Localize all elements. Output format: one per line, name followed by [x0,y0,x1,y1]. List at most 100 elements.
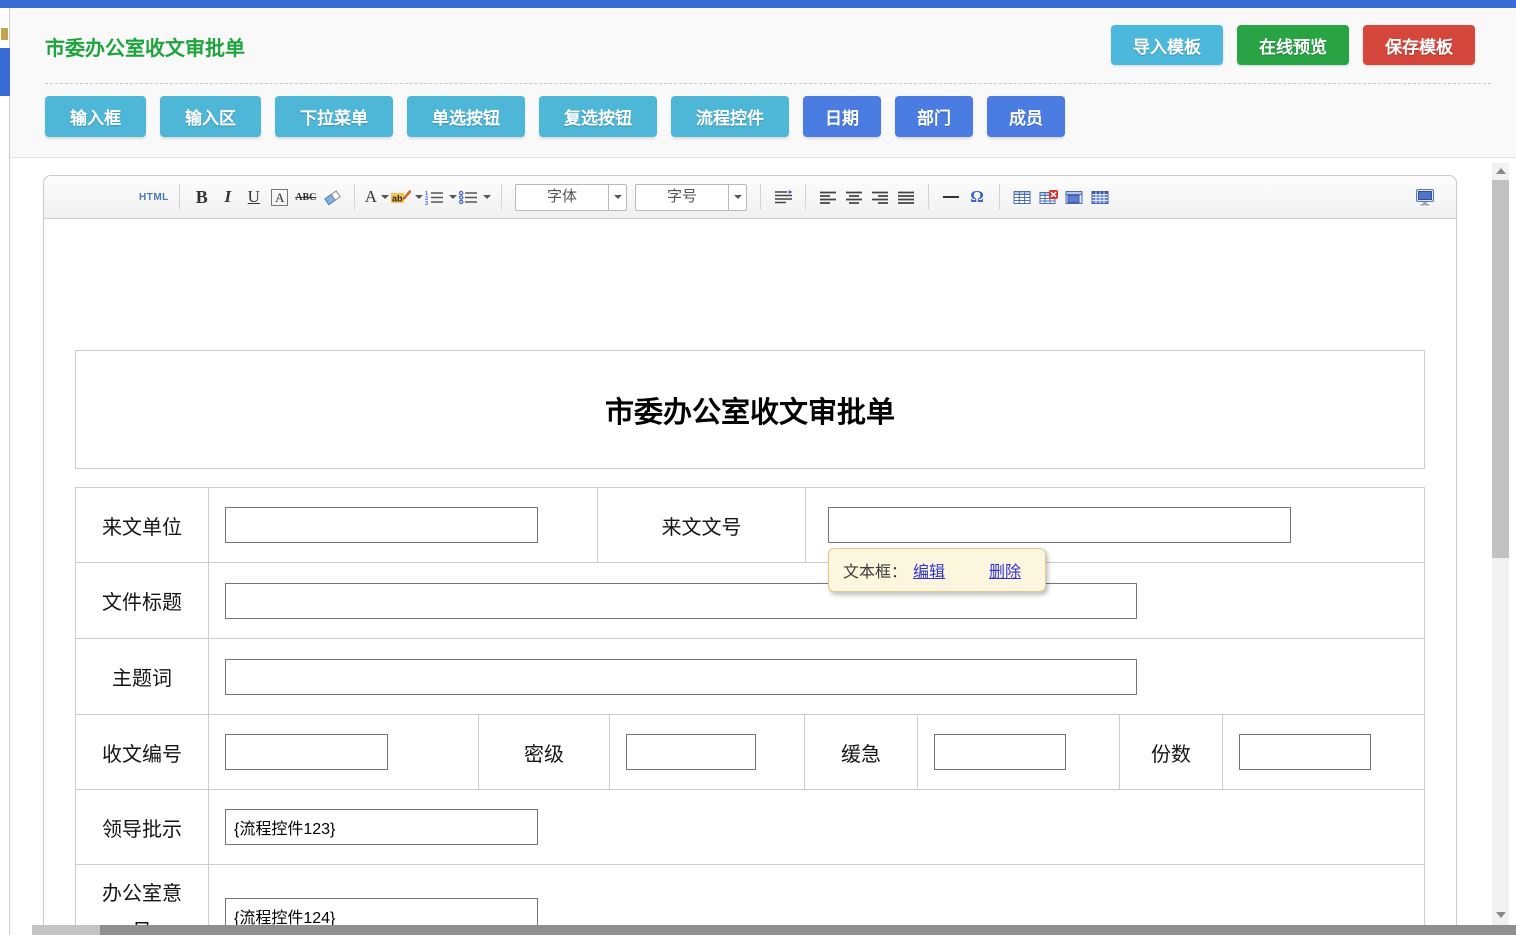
toolbar-separator [999,184,1000,210]
component-radio-button[interactable]: 单选按钮 [407,96,525,137]
scrollbar-thumb[interactable] [1492,180,1509,558]
component-flow-control-button[interactable]: 流程控件 [671,96,789,137]
toolbar-separator [501,184,502,210]
urgency-input[interactable] [934,734,1066,770]
monitor-icon [1415,188,1435,206]
chevron-down-icon [381,195,389,199]
eraser-button[interactable] [320,183,344,211]
align-center-button[interactable] [842,183,866,211]
delete-table-button[interactable] [1036,183,1060,211]
vertical-scrollbar[interactable] [1492,163,1509,925]
ordered-list-button[interactable]: 1 2 3 [425,183,457,211]
textbox-context-tooltip: 文本框： 编辑 删除 [828,548,1046,592]
incoming-unit-input[interactable] [225,507,538,543]
rich-text-editor: HTML B I U A ABC A ab [43,175,1457,935]
align-right-icon [872,191,888,204]
component-input-box-button[interactable]: 输入框 [45,96,146,137]
receipt-no-input[interactable] [225,734,388,770]
form-title: 市委办公室收文审批单 [605,389,895,431]
svg-text:3: 3 [425,201,428,205]
highlight-button[interactable]: ab [391,183,423,211]
boxed-a-button[interactable]: A [271,189,288,206]
edit-link[interactable]: 编辑 [913,558,945,582]
component-department-button[interactable]: 部门 [895,96,973,137]
arrow-up-icon [1496,168,1506,174]
unordered-list-icon [459,190,479,205]
horizontal-rule-icon [943,196,959,198]
strikethrough-button[interactable]: ABC [294,183,318,211]
align-justify-button[interactable] [894,183,918,211]
font-size-select[interactable]: 字号 [635,184,747,211]
copies-cell [1223,715,1424,789]
component-input-area-button[interactable]: 输入区 [160,96,261,137]
toolbar-separator [928,184,929,210]
align-left-button[interactable] [816,183,840,211]
online-preview-button[interactable]: 在线预览 [1237,25,1349,65]
indent-icon [774,190,793,204]
scroll-up-button[interactable] [1492,163,1509,179]
copies-label: 份数 [1120,715,1223,789]
table-cell-props-icon [1065,190,1083,205]
highlight-icon: ab [391,189,411,205]
incoming-unit-cell [209,488,598,562]
scroll-down-button[interactable] [1492,907,1509,923]
doc-title-cell [209,563,1424,638]
table-row: 文件标题 [76,563,1424,639]
insert-table-button[interactable] [1010,183,1034,211]
chevron-down-icon [449,195,457,199]
component-member-button[interactable]: 成员 [987,96,1065,137]
toolbar-separator [805,184,806,210]
horizontal-rule-button[interactable] [939,183,963,211]
leader-remark-label: 领导批示 [76,790,209,864]
font-color-button[interactable]: A [365,183,389,211]
header-actions: 导入模板 在线预览 保存模板 [1111,25,1475,65]
chevron-down-icon [734,195,742,199]
bold-button[interactable]: B [190,183,214,211]
arrow-down-icon [1496,912,1506,918]
chevron-down-icon [415,195,423,199]
page-title: 市委办公室收文审批单 [45,32,245,61]
table-row: 主题词 [76,639,1424,715]
table-cell-props-button[interactable] [1062,183,1086,211]
component-date-button[interactable]: 日期 [803,96,881,137]
html-source-button[interactable]: HTML [139,183,169,211]
tooltip-prefix: 文本框： [843,558,907,582]
subject-words-cell [209,639,1424,714]
editor-document[interactable]: 市委办公室收文审批单 来文单位 来文文号 文件标题 [44,219,1456,935]
underline-button[interactable]: U [242,183,266,211]
font-family-dropdown-button[interactable] [608,185,626,210]
toolbar-separator [179,184,180,210]
import-template-button[interactable]: 导入模板 [1111,25,1223,65]
delete-link[interactable]: 删除 [989,558,1021,582]
incoming-doc-no-input[interactable] [828,507,1291,543]
copies-input[interactable] [1239,734,1371,770]
align-right-button[interactable] [868,183,892,211]
align-left-icon [820,191,836,204]
leader-remark-input[interactable] [225,809,538,845]
indent-button[interactable] [771,183,795,211]
component-checkbox-button[interactable]: 复选按钮 [539,96,657,137]
toolbar-separator [760,184,761,210]
save-template-button[interactable]: 保存模板 [1363,25,1475,65]
secrecy-label: 密级 [479,715,610,789]
background-window-fragment-blue [0,48,10,96]
italic-button[interactable]: I [216,183,240,211]
window-bottom-edge-light [32,925,100,935]
secrecy-input[interactable] [626,734,756,770]
font-size-dropdown-button[interactable] [728,185,746,210]
unordered-list-button[interactable] [459,183,491,211]
font-family-select[interactable]: 字体 [515,184,627,211]
table-row: 领导批示 [76,790,1424,865]
subject-words-input[interactable] [225,659,1137,695]
font-size-value: 字号 [636,185,728,210]
table-props-button[interactable] [1088,183,1112,211]
font-color-glyph: A [365,187,377,207]
form-table: 来文单位 来文文号 文件标题 主题词 [75,487,1425,935]
window-bottom-edge [100,925,1516,935]
fullscreen-button[interactable] [1413,183,1437,211]
special-char-button[interactable]: Ω [965,183,989,211]
table-props-icon [1091,190,1109,205]
table-row: 来文单位 来文文号 [76,488,1424,563]
window-top-bar [0,0,1516,8]
component-dropdown-button[interactable]: 下拉菜单 [275,96,393,137]
